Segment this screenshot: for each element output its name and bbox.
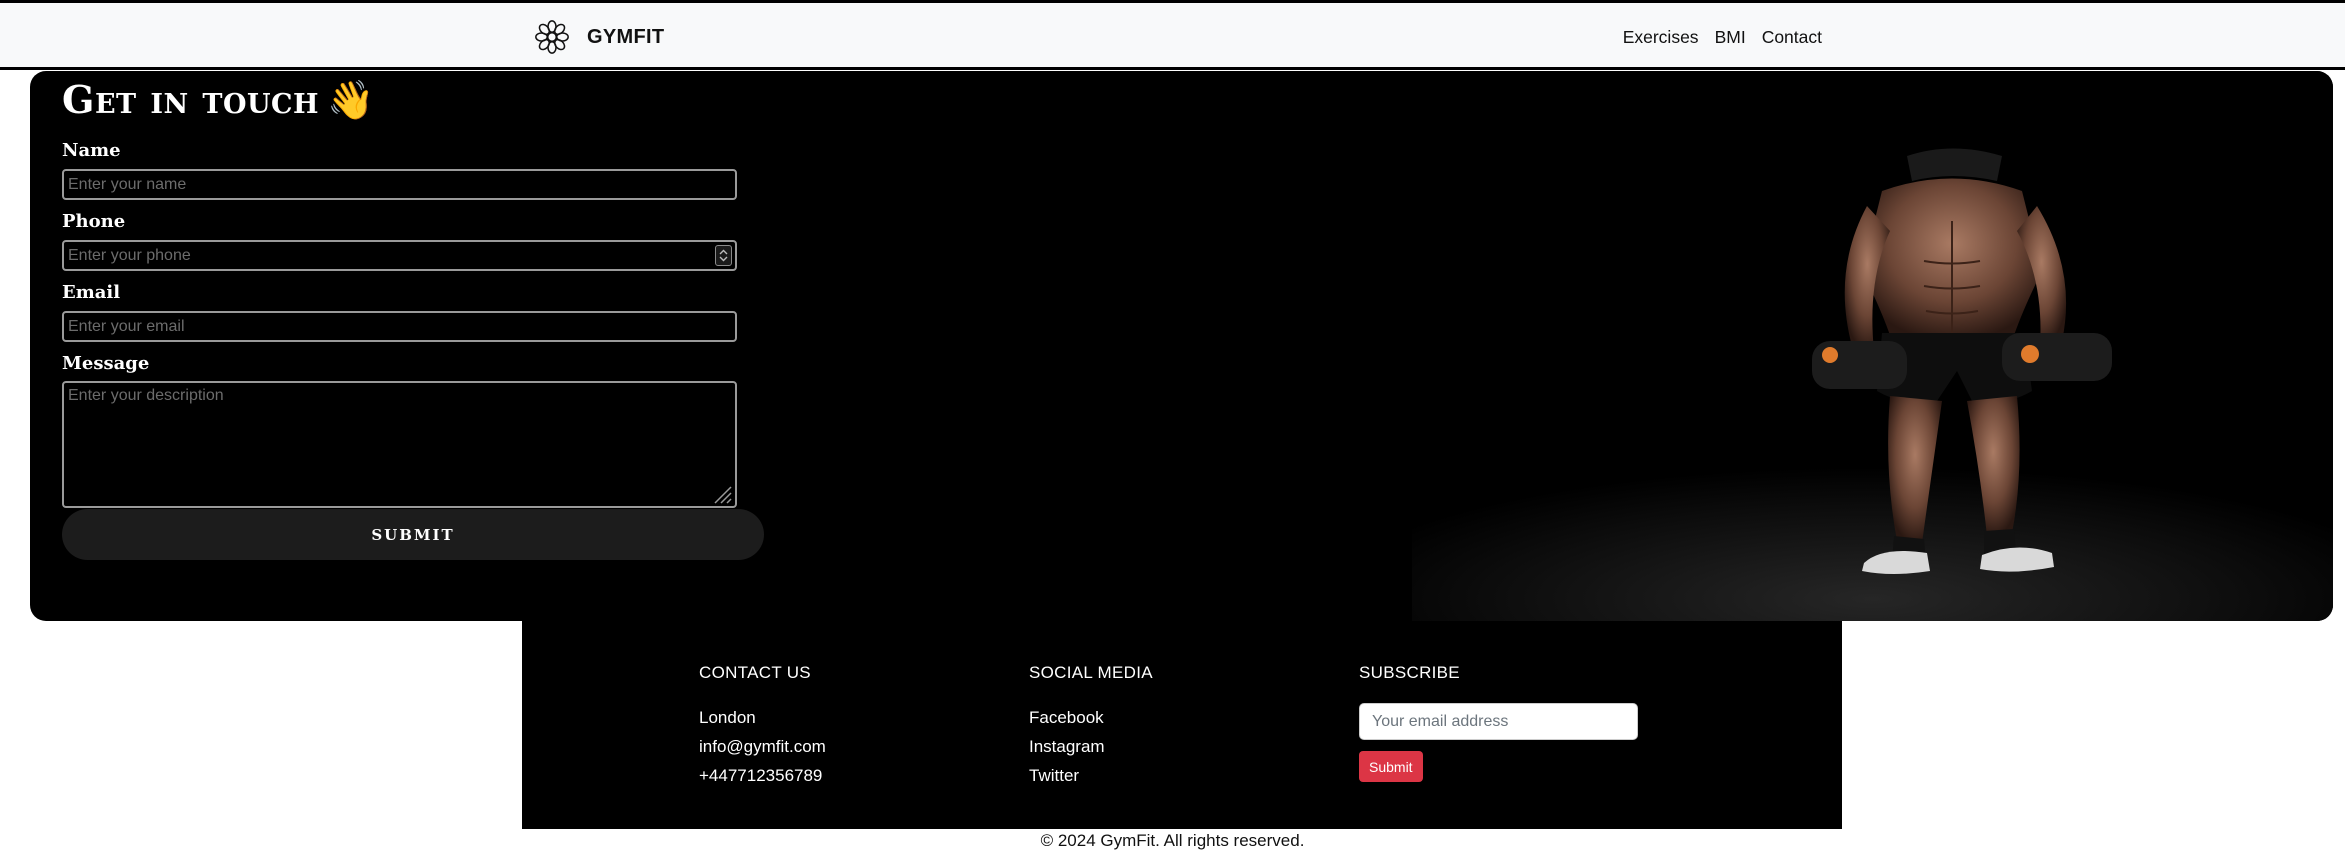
footer-contact-heading: CONTACT US — [699, 663, 811, 682]
brand-link[interactable]: GYMFIT — [533, 18, 664, 56]
footer-link-facebook[interactable]: Facebook — [1029, 703, 1153, 732]
email-input[interactable] — [62, 311, 737, 342]
navbar: GYMFIT Exercises BMI Contact — [0, 0, 2345, 70]
phone-spinner[interactable] — [715, 245, 732, 266]
nav-item-exercises[interactable]: Exercises — [1623, 27, 1699, 48]
subscribe-submit-button[interactable]: Submit — [1359, 751, 1423, 782]
footer-contact-phone[interactable]: +447712356789 — [699, 761, 826, 790]
footer-contact-column: CONTACT US London info@gymfit.com +44771… — [699, 663, 826, 790]
submit-button[interactable]: SUBMIT — [62, 509, 764, 560]
subscribe-email-input[interactable] — [1359, 703, 1638, 740]
brand-name: GYMFIT — [587, 25, 665, 48]
resize-grip-icon[interactable] — [711, 483, 733, 505]
footer-link-twitter[interactable]: Twitter — [1029, 761, 1153, 790]
contact-title: Get in touch 👋 — [62, 77, 375, 123]
footer-contact-city: London — [699, 708, 756, 727]
waving-hand-icon: 👋 — [327, 77, 375, 122]
message-label: Message — [62, 353, 150, 374]
lotus-mandala-icon — [535, 20, 569, 54]
footer-social-heading: SOCIAL MEDIA — [1029, 663, 1153, 682]
hero-image — [1412, 71, 2333, 621]
nav-links: Exercises BMI Contact — [1623, 27, 1822, 48]
name-input[interactable] — [62, 169, 737, 200]
name-label: Name — [62, 140, 121, 161]
muscular-man-photo — [1412, 148, 2333, 621]
footer-contact-email[interactable]: info@gymfit.com — [699, 732, 826, 761]
phone-input[interactable] — [62, 240, 737, 271]
contact-card: Get in touch👋 Name Phone Email Message S… — [30, 71, 2333, 621]
email-label: Email — [62, 282, 121, 303]
footer-subscribe-heading: SUBSCRIBE — [1359, 663, 1460, 682]
footer-link-instagram[interactable]: Instagram — [1029, 732, 1153, 761]
copyright-text: © 2024 GymFit. All rights reserved. — [1040, 831, 1305, 850]
contact-title-text: Get in touch — [62, 77, 320, 122]
phone-label: Phone — [62, 211, 126, 232]
nav-item-contact[interactable]: Contact — [1762, 27, 1822, 48]
footer-social-column: SOCIAL MEDIA Facebook Instagram Twitter — [1029, 663, 1153, 790]
footer-subscribe-column: SUBSCRIBE Submit — [1359, 663, 1638, 782]
spinner-arrows-icon — [719, 249, 728, 262]
message-textarea[interactable] — [62, 381, 737, 508]
site-footer: CONTACT US London info@gymfit.com +44771… — [522, 621, 1842, 829]
nav-item-bmi[interactable]: BMI — [1715, 27, 1746, 48]
